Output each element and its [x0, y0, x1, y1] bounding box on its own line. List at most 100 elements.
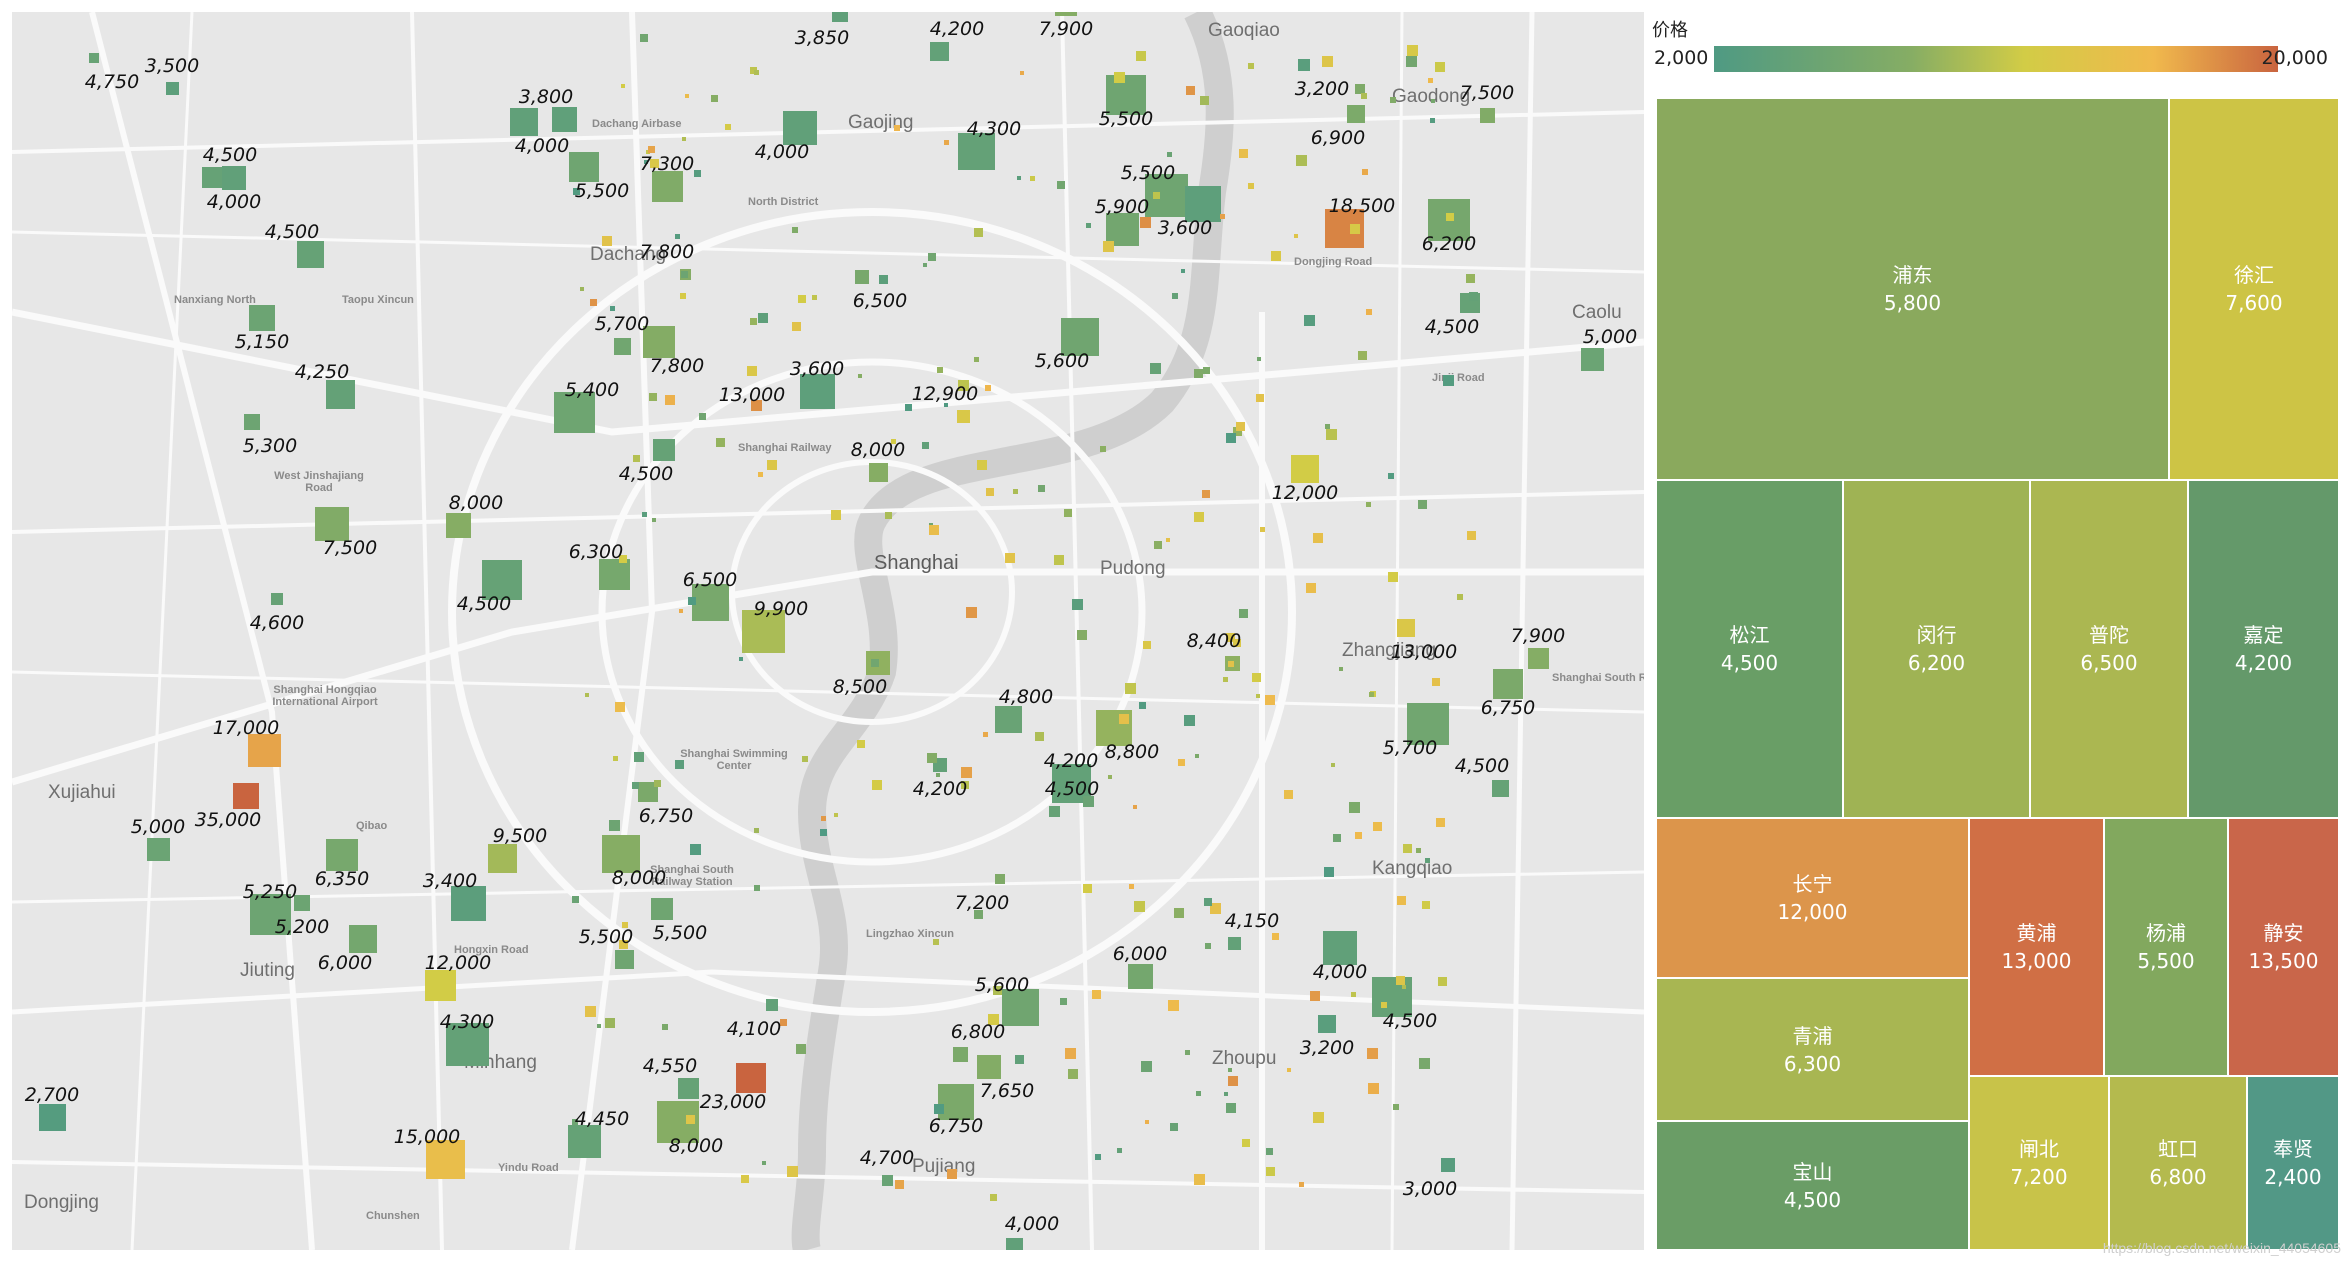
price-marker — [1349, 224, 1360, 235]
price-marker — [1145, 1120, 1150, 1125]
price-marker — [1166, 152, 1172, 158]
place-label: Zhoupu — [1212, 1048, 1277, 1069]
price-marker — [741, 1175, 750, 1184]
price-marker — [1468, 291, 1478, 301]
price-marker — [1256, 394, 1265, 403]
price-marker — [832, 12, 848, 22]
price-marker — [1397, 895, 1407, 905]
tile-name: 嘉定 — [2243, 623, 2284, 647]
price-marker — [711, 94, 719, 102]
price-marker — [1271, 933, 1279, 941]
price-label: 5,500 — [652, 922, 708, 944]
price-marker — [1405, 56, 1417, 68]
price-label: 4,450 — [574, 1108, 630, 1130]
price-marker — [569, 152, 599, 182]
place-label: Xujiahui — [48, 782, 116, 803]
price-marker — [1223, 677, 1229, 683]
tile-value: 6,200 — [1907, 651, 1966, 675]
treemap-tile[interactable]: 虹口 6,800 — [2109, 1076, 2247, 1250]
price-label: 3,600 — [1157, 217, 1213, 239]
price-marker — [233, 783, 259, 809]
price-label: 4,500 — [618, 463, 674, 485]
treemap-tile[interactable]: 松江 4,500 — [1656, 480, 1843, 818]
price-marker — [349, 925, 377, 953]
price-marker — [1291, 455, 1319, 483]
price-marker — [315, 507, 349, 541]
price-marker — [1139, 701, 1147, 709]
price-marker — [985, 487, 994, 496]
price-marker — [1127, 963, 1153, 989]
treemap-tile[interactable]: 闸北 7,200 — [1969, 1076, 2109, 1250]
price-marker — [927, 253, 936, 262]
treemap-tile[interactable]: 宝山 4,500 — [1656, 1121, 1969, 1250]
price-marker — [1133, 900, 1145, 912]
price-marker — [1064, 1047, 1076, 1059]
price-marker — [1228, 1067, 1233, 1072]
place-label: Yindu Road — [498, 1162, 559, 1174]
price-marker — [881, 1174, 893, 1186]
treemap-tile[interactable]: 静安 13,500 — [2228, 818, 2339, 1076]
price-marker — [510, 108, 538, 136]
color-legend: 价格 2,000 20,000 — [1652, 16, 2342, 76]
price-marker — [857, 374, 862, 379]
tile-value: 4,500 — [1720, 651, 1779, 675]
price-marker — [1226, 1103, 1237, 1114]
price-marker — [878, 275, 888, 285]
price-marker — [1424, 857, 1430, 863]
price-marker — [89, 53, 99, 63]
price-marker — [767, 459, 778, 470]
treemap-tile[interactable]: 浦东 5,800 — [1656, 98, 2169, 480]
price-label: 4,150 — [1224, 910, 1280, 932]
treemap-tile[interactable]: 长宁 12,000 — [1656, 818, 1969, 978]
tile-name: 宝山 — [1792, 1159, 1833, 1184]
price-marker — [1298, 59, 1310, 71]
price-label: 3,200 — [1294, 78, 1350, 100]
price-marker — [675, 759, 685, 769]
price-marker — [929, 41, 949, 61]
treemap-tile[interactable]: 黄浦 13,000 — [1969, 818, 2104, 1076]
price-marker — [1227, 936, 1241, 950]
price-marker — [1355, 832, 1363, 840]
treemap-tile[interactable]: 嘉定 4,200 — [2188, 480, 2339, 818]
price-marker — [983, 731, 989, 737]
price-marker — [271, 593, 283, 605]
treemap-tile[interactable]: 杨浦 5,500 — [2104, 818, 2228, 1076]
price-marker — [753, 70, 759, 76]
treemap-tile[interactable]: 普陀 6,500 — [2030, 480, 2188, 818]
price-marker — [296, 240, 324, 268]
price-marker — [653, 439, 675, 461]
price-marker — [249, 305, 275, 331]
price-marker — [1434, 61, 1445, 72]
price-label: 8,400 — [1186, 630, 1242, 652]
price-label: 8,000 — [668, 1135, 724, 1157]
price-marker — [1154, 540, 1163, 549]
price-label: 4,550 — [642, 1055, 698, 1077]
price-marker — [1169, 1122, 1178, 1131]
treemap-tile[interactable]: 奉贤 2,400 — [2247, 1076, 2339, 1250]
tile-value: 7,200 — [2010, 1165, 2068, 1189]
price-marker — [1204, 897, 1213, 906]
price-marker — [686, 1114, 696, 1124]
price-marker — [1150, 363, 1162, 375]
price-marker — [634, 751, 645, 762]
price-marker — [1113, 72, 1125, 84]
price-marker — [1184, 1050, 1190, 1056]
price-marker — [1103, 240, 1114, 252]
price-marker — [325, 379, 355, 409]
price-marker — [1200, 95, 1210, 105]
treemap-tile[interactable]: 徐汇 7,600 — [2169, 98, 2339, 480]
tile-name: 静安 — [2263, 921, 2304, 945]
price-label: 7,800 — [649, 355, 705, 377]
map-view[interactable]: Gaoqiao Gaodong Gaojing Caolu Nanxiang N… — [12, 12, 1644, 1250]
treemap-tile[interactable]: 闵行 6,200 — [1843, 480, 2030, 818]
treemap-tile[interactable]: 青浦 6,300 — [1656, 978, 1969, 1121]
price-label: 4,300 — [439, 1011, 495, 1033]
price-marker — [681, 271, 689, 279]
price-marker — [1266, 1148, 1274, 1155]
price-marker — [1323, 867, 1334, 878]
price-marker — [1287, 1067, 1292, 1072]
tile-value: 12,000 — [1777, 900, 1848, 924]
price-marker — [1368, 1082, 1380, 1094]
price-marker — [1428, 77, 1434, 83]
legend-min-label: 2,000 — [1654, 47, 1709, 69]
